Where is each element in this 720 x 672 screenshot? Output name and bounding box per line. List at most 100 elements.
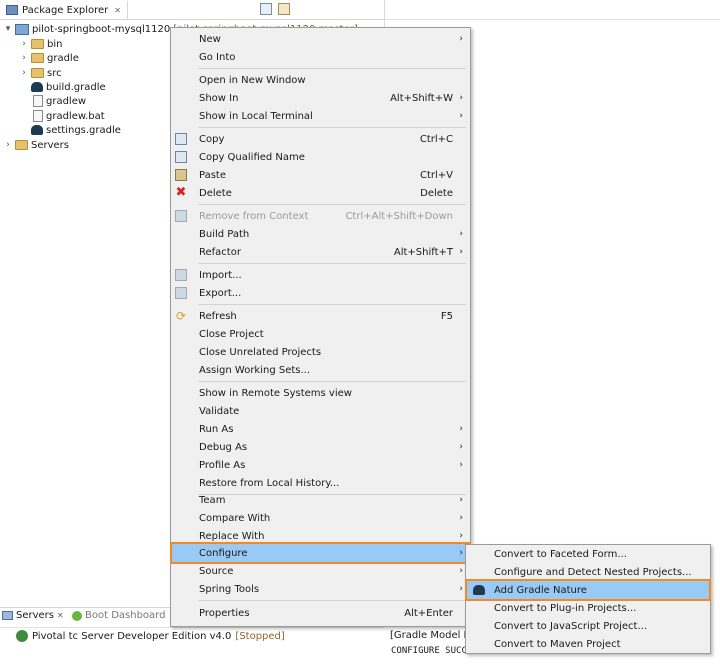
menu-item-team[interactable]: Team › (172, 491, 469, 509)
tree-item-gradlew[interactable]: gradlew (33, 94, 86, 108)
expand-chevron-icon[interactable]: › (20, 39, 28, 49)
tree-item-src[interactable]: › src (20, 66, 62, 80)
menu-item-label: Profile As (199, 459, 246, 471)
gradle-elephant-icon (473, 585, 485, 595)
menu-item-shortcut: Alt+Shift+T (393, 246, 453, 258)
menu-item-label: Remove from Context (199, 210, 309, 222)
menu-item-go-into[interactable]: Go Into (172, 48, 469, 66)
close-icon[interactable]: ✕ (57, 611, 64, 620)
menu-item-compare-with[interactable]: Compare With › (172, 509, 469, 527)
menu-item-validate[interactable]: Validate (172, 402, 469, 420)
menu-item-close-unrelated-projects[interactable]: Close Unrelated Projects (172, 343, 469, 361)
menu-item-restore-from-local-history[interactable]: Restore from Local History... (172, 474, 469, 492)
collapse-all-icon[interactable] (260, 3, 272, 15)
menu-item-profile-as[interactable]: Profile As › (172, 456, 469, 474)
menu-item-build-path[interactable]: Build Path › (172, 225, 469, 243)
menu-item-import[interactable]: Import... (172, 266, 469, 284)
menu-item-shortcut: Ctrl+Alt+Shift+Down (345, 210, 453, 222)
gradle-file-icon (31, 82, 43, 92)
servers-tab[interactable]: Servers ✕ (2, 610, 64, 621)
expand-chevron-icon[interactable]: › (4, 140, 12, 150)
menu-item-copy-qualified-name[interactable]: Copy Qualified Name (172, 148, 469, 166)
menu-item-label: Import... (199, 269, 242, 281)
menu-item-label: Configure (199, 547, 248, 559)
menu-item-assign-working-sets[interactable]: Assign Working Sets... (172, 361, 469, 379)
menu-item-paste[interactable]: Paste Ctrl+V (172, 166, 469, 184)
folder-icon (31, 39, 44, 49)
server-entry[interactable]: Pivotal tc Server Developer Edition v4.0… (16, 630, 285, 642)
submenu-item-add-gradle-nature[interactable]: Add Gradle Nature (465, 579, 711, 601)
package-explorer-tab[interactable]: Package Explorer ✕ (2, 1, 128, 19)
menu-item-new[interactable]: New › (172, 30, 469, 48)
tree-item-label: gradle (47, 52, 79, 64)
expand-chevron-icon[interactable]: › (20, 53, 28, 63)
copy-qualified-name-icon (175, 151, 187, 163)
gradle-file-icon (31, 125, 43, 135)
menu-item-replace-with[interactable]: Replace With › (172, 527, 469, 545)
menu-item-label: Close Unrelated Projects (199, 346, 322, 358)
menu-item-label: Export... (199, 287, 242, 299)
package-explorer-title: Package Explorer (22, 4, 109, 16)
menu-item-open-in-new-window[interactable]: Open in New Window (172, 71, 469, 89)
boot-dashboard-tab-label: Boot Dashboard (85, 610, 166, 621)
tree-item-gradle[interactable]: › gradle (20, 51, 79, 65)
menu-item-remove-from-context[interactable]: Remove from Context Ctrl+Alt+Shift+Down (172, 207, 469, 225)
paste-icon (175, 169, 187, 181)
menu-item-show-in[interactable]: Show In Alt+Shift+W › (172, 89, 469, 107)
menu-item-close-project[interactable]: Close Project (172, 325, 469, 343)
menu-item-label: Show In (199, 92, 239, 104)
collapse-chevron-icon[interactable]: ▾ (4, 24, 12, 34)
menu-item-label: Build Path (199, 228, 250, 240)
menu-item-delete[interactable]: ✖ Delete Delete (172, 184, 469, 202)
menu-item-shortcut: F5 (440, 310, 453, 322)
package-explorer-tab-bar: Package Explorer ✕ (0, 0, 384, 20)
close-icon[interactable]: ✕ (114, 6, 121, 15)
configure-submenu: Convert to Faceted Form... Configure and… (465, 544, 711, 654)
menu-item-shortcut: Alt+Enter (404, 607, 453, 619)
menu-item-configure[interactable]: Configure › (170, 542, 471, 564)
tree-item-servers[interactable]: › Servers (4, 138, 69, 152)
project-label: pilot-springboot-mysql1120 (32, 23, 171, 35)
menu-item-export[interactable]: Export... (172, 284, 469, 302)
tree-item-bin[interactable]: › bin (20, 37, 62, 51)
menu-item-refresh[interactable]: ⟳ Refresh F5 (172, 307, 469, 325)
submenu-item-convert-to-plugin[interactable]: Convert to Plug-in Projects... (467, 599, 709, 617)
menu-item-shortcut: Delete (420, 187, 453, 199)
link-with-editor-icon[interactable] (278, 3, 290, 15)
submenu-arrow-icon: › (459, 229, 463, 239)
tree-item-label: bin (47, 38, 63, 50)
submenu-item-convert-to-javascript[interactable]: Convert to JavaScript Project... (467, 617, 709, 635)
menu-item-spring-tools[interactable]: Spring Tools › (172, 580, 469, 598)
menu-item-label: Restore from Local History... (199, 477, 340, 489)
menu-item-label: Copy Qualified Name (199, 151, 305, 163)
tree-item-build-gradle[interactable]: build.gradle (31, 80, 106, 94)
submenu-arrow-icon: › (459, 584, 463, 594)
menu-item-source[interactable]: Source › (172, 562, 469, 580)
menu-item-show-in-remote-systems[interactable]: Show in Remote Systems view (172, 384, 469, 402)
menu-item-show-in-local-terminal[interactable]: Show in Local Terminal › (172, 107, 469, 125)
tree-item-label: gradlew (46, 95, 87, 107)
boot-dashboard-tab[interactable]: Boot Dashboard (72, 610, 165, 621)
folder-icon (31, 53, 44, 63)
expand-chevron-icon[interactable]: › (20, 68, 28, 78)
submenu-item-label: Convert to JavaScript Project... (494, 620, 647, 632)
submenu-item-configure-detect-nested[interactable]: Configure and Detect Nested Projects... (467, 563, 709, 581)
menu-item-shortcut: Alt+Shift+W (390, 92, 453, 104)
menu-item-properties[interactable]: Properties Alt+Enter (172, 604, 469, 622)
tree-item-gradlew-bat[interactable]: gradlew.bat (33, 109, 105, 123)
tc-server-icon (16, 630, 28, 642)
menu-item-run-as[interactable]: Run As › (172, 420, 469, 438)
menu-item-refactor[interactable]: Refactor Alt+Shift+T › (172, 243, 469, 261)
menu-item-label: Debug As (199, 441, 248, 453)
submenu-arrow-icon: › (459, 93, 463, 103)
menu-item-debug-as[interactable]: Debug As › (172, 438, 469, 456)
tree-item-label: src (47, 67, 62, 79)
submenu-item-convert-to-maven[interactable]: Convert to Maven Project (467, 635, 709, 653)
submenu-item-convert-to-faceted-form[interactable]: Convert to Faceted Form... (467, 545, 709, 563)
console-header: [Gradle Model Re (390, 630, 477, 641)
file-icon (33, 110, 43, 122)
menu-item-copy[interactable]: Copy Ctrl+C (172, 130, 469, 148)
tree-item-settings-gradle[interactable]: settings.gradle (31, 123, 121, 137)
servers-icon (2, 611, 13, 620)
menu-separator (198, 127, 466, 128)
